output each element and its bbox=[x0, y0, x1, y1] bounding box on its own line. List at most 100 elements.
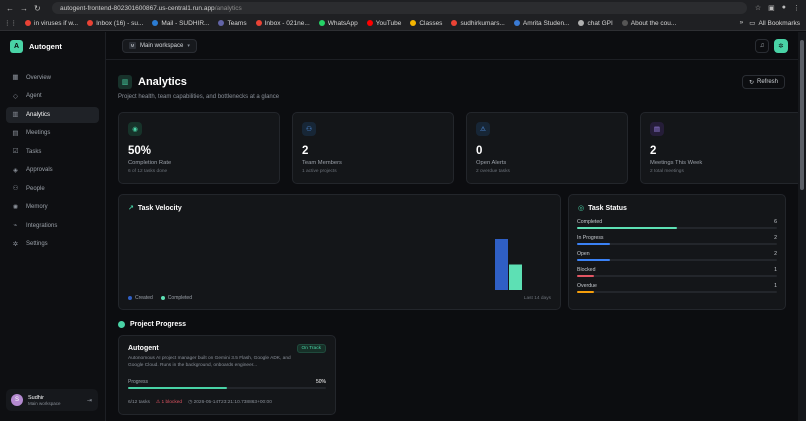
bookmark-item[interactable]: About the cou... bbox=[621, 20, 676, 27]
task-status-title: Task Status bbox=[588, 204, 627, 212]
sidebar-item-approvals[interactable]: ◈ Approvals bbox=[6, 163, 99, 179]
user-card[interactable]: S Sudhir Main workspace ⇥ bbox=[6, 389, 98, 411]
bookmark-item[interactable]: YouTube bbox=[366, 20, 401, 27]
analytics-icon: ▥ bbox=[118, 75, 132, 89]
status-label: Completed bbox=[577, 219, 603, 225]
status-count: 1 bbox=[774, 283, 777, 289]
legend-created: Created bbox=[128, 295, 153, 301]
users-icon: ⚇ bbox=[12, 185, 19, 193]
gmail-icon bbox=[451, 20, 458, 26]
status-count: 6 bbox=[774, 219, 777, 225]
sidebar-item-integrations[interactable]: ⌁ Integrations bbox=[6, 218, 99, 234]
grid-icon: ▦ bbox=[12, 74, 19, 82]
logout-icon[interactable]: ⇥ bbox=[87, 397, 92, 404]
bookmark-item[interactable]: Inbox - 021ne... bbox=[255, 20, 310, 27]
stat-card: ▤ 2 Meetings This Week 2 total meetings bbox=[640, 112, 798, 184]
bell-icon[interactable]: ♫ bbox=[755, 38, 769, 53]
url-host: autogent-frontend-802301600867.us-centra… bbox=[60, 4, 215, 12]
brand[interactable]: A Autogent bbox=[0, 32, 105, 60]
bookmark-item[interactable]: Teams bbox=[218, 20, 247, 27]
bookmark-item[interactable]: Amrita Studen... bbox=[513, 20, 569, 27]
calendar-icon: ▤ bbox=[12, 129, 19, 137]
sidebar: A Autogent ▦ Overview ◇ Agent ▥ Analytics ▤ Mee… bbox=[0, 32, 106, 421]
whatsapp-icon bbox=[318, 20, 325, 26]
sidebar-item-meetings[interactable]: ▤ Meetings bbox=[6, 126, 99, 142]
calendar-icon: ▤ bbox=[650, 122, 664, 136]
sidebar-item-agent[interactable]: ◇ Agent bbox=[6, 89, 99, 105]
shield-check-icon: ◈ bbox=[13, 166, 18, 174]
bot-icon: ◇ bbox=[13, 92, 18, 100]
sidebar-item-tasks[interactable]: ☑ Tasks bbox=[6, 144, 99, 160]
status-bar bbox=[577, 259, 777, 261]
address-bar[interactable]: autogent-frontend-802301600867.us-centra… bbox=[52, 2, 747, 14]
status-count: 2 bbox=[774, 251, 777, 257]
bookmark-item[interactable]: Classes bbox=[410, 20, 442, 27]
sidebar-item-analytics[interactable]: ▥ Analytics bbox=[6, 107, 99, 123]
bookmark-item[interactable]: Inbox (16) - su... bbox=[87, 20, 143, 27]
refresh-button[interactable]: ↻ Refresh bbox=[741, 75, 785, 89]
status-bar-fill bbox=[577, 275, 594, 277]
page-scrollbar[interactable] bbox=[798, 32, 806, 421]
star-icon[interactable]: ☆ bbox=[755, 4, 761, 12]
checklist-icon: ☑ bbox=[12, 148, 19, 156]
stat-sublabel: 1 active projects bbox=[302, 169, 337, 174]
progress-value: 50% bbox=[315, 379, 326, 385]
gmail-icon bbox=[255, 20, 262, 26]
status-count: 2 bbox=[774, 235, 777, 241]
brand-name: Autogent bbox=[29, 41, 62, 51]
youtube-icon bbox=[366, 20, 373, 26]
sidebar-nav: ▦ Overview ◇ Agent ▥ Analytics ▤ Meetings ☑ Tasks… bbox=[0, 64, 105, 258]
stat-sublabel: 2 total meetings bbox=[650, 169, 684, 174]
bookmark-item[interactable]: Mail - SUDHIR... bbox=[152, 20, 209, 27]
menu-icon[interactable]: ⋮ bbox=[793, 4, 800, 12]
avatar: S bbox=[11, 394, 23, 406]
velocity-chart bbox=[495, 239, 522, 290]
bookmark-item[interactable]: WhatsApp bbox=[318, 20, 358, 27]
target-icon: ◉ bbox=[128, 122, 142, 136]
bookmark-item[interactable]: in viruses if w... bbox=[25, 20, 78, 27]
blocked-count: ⚠ 1 blocked bbox=[155, 400, 183, 405]
outlook-icon bbox=[152, 20, 159, 26]
sidebar-item-people[interactable]: ⚇ People bbox=[6, 181, 99, 197]
status-label: Open bbox=[577, 251, 590, 257]
stat-label: Team Members bbox=[302, 160, 342, 166]
progress-label: Progress bbox=[128, 379, 149, 385]
workspace-selector[interactable]: M Main workspace ▾ bbox=[122, 38, 197, 53]
page-subtitle: Project health, team capabilities, and b… bbox=[118, 94, 280, 100]
gmail-icon bbox=[87, 20, 94, 26]
project-card[interactable]: Autogent On Track Autonomous AI project … bbox=[118, 335, 336, 415]
google-icon bbox=[25, 20, 31, 26]
more-bookmarks-icon[interactable]: » bbox=[740, 19, 744, 27]
legend-created-swatch bbox=[128, 296, 132, 300]
status-bar bbox=[577, 291, 777, 293]
sidebar-item-memory[interactable]: ✺ Memory bbox=[6, 200, 99, 216]
stat-value: 50% bbox=[128, 145, 152, 157]
bookmark-item[interactable]: sudhirkumars... bbox=[451, 20, 505, 27]
updated-timestamp: ◷ 2026-05-14T23:21:10.738863+00:00 bbox=[188, 400, 272, 405]
task-status-card: ◎ Task Status Completed 6 In Progress 2 Op… bbox=[568, 194, 786, 310]
reload-icon[interactable]: ↻ bbox=[34, 4, 41, 13]
project-progress-title: Project Progress bbox=[130, 321, 187, 328]
extensions-icon[interactable]: ▣ bbox=[768, 4, 775, 12]
bookmark-item[interactable]: chat GPI bbox=[578, 20, 613, 27]
bookmarks-bar: ⋮⋮ in viruses if w... Inbox (16) - su... M… bbox=[0, 16, 806, 31]
page-icon bbox=[621, 20, 628, 26]
project-name: Autogent bbox=[128, 345, 159, 352]
brand-logo: A bbox=[10, 39, 23, 53]
all-bookmarks[interactable]: ▭ All Bookmarks bbox=[749, 19, 800, 28]
forward-icon[interactable]: → bbox=[20, 4, 28, 13]
sidebar-item-overview[interactable]: ▦ Overview bbox=[6, 70, 99, 86]
status-badge: On Track bbox=[296, 344, 326, 353]
stat-sublabel: 6 of 12 tasks done bbox=[128, 169, 168, 174]
range-label: Last 14 days bbox=[523, 296, 551, 301]
apps-icon[interactable]: ⋮⋮ bbox=[4, 19, 17, 27]
users-icon: ⚇ bbox=[302, 122, 316, 136]
back-icon[interactable]: ← bbox=[6, 4, 14, 13]
status-row-in-progress: In Progress 2 bbox=[577, 234, 777, 245]
sidebar-item-settings[interactable]: ✲ Settings bbox=[6, 237, 99, 253]
profile-icon[interactable]: ● bbox=[782, 4, 786, 12]
alert-triangle-icon: ⚠ bbox=[476, 122, 490, 136]
settings-icon[interactable]: ✲ bbox=[774, 38, 788, 53]
folder-icon: ▭ bbox=[749, 20, 756, 27]
scrollbar-thumb[interactable] bbox=[800, 40, 804, 190]
